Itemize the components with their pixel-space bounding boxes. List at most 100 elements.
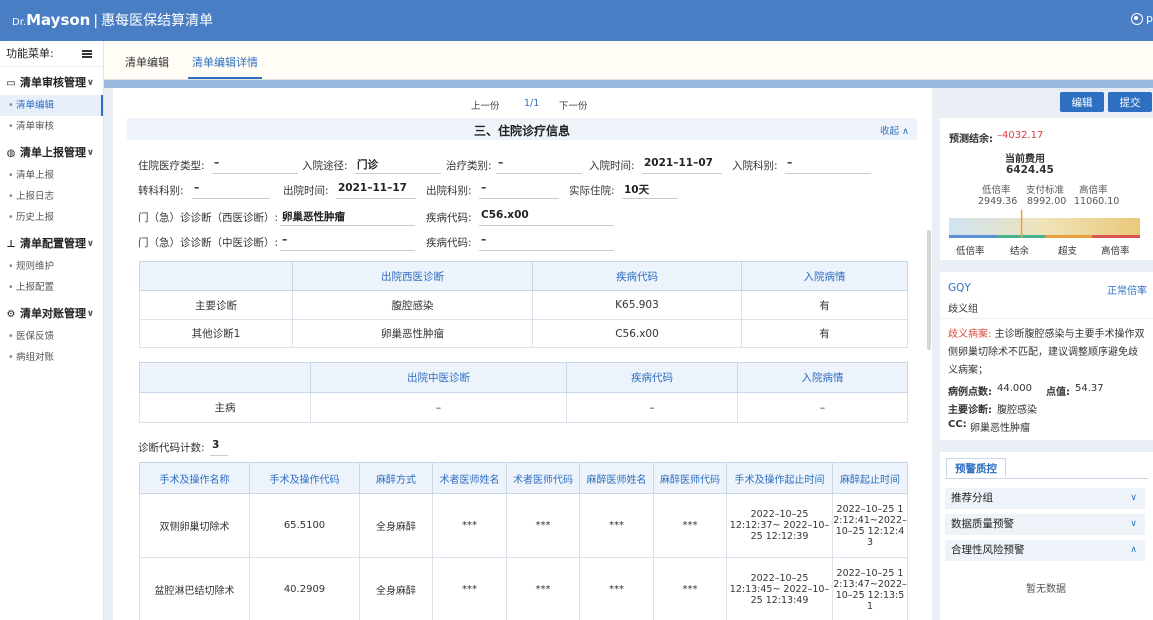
table-header: 出院中医诊断 (310, 362, 567, 393)
table-cell: K65.903 (532, 290, 742, 320)
table-cell: 2022–10–25 12:12:37~ 2022–10–25 12:12:39 (726, 493, 833, 558)
adm-time-label: 入院时间: (589, 160, 635, 172)
opd-tcm-value[interactable]: – (280, 234, 415, 251)
dis-time-label: 出院时间: (283, 185, 329, 197)
table-header: 手术及操作代码 (249, 462, 360, 494)
sidebar-item-edit[interactable]: 清单编辑 (0, 95, 103, 116)
tab-warning-qc[interactable]: 预警质控 (946, 458, 1006, 478)
dis-dept-value[interactable]: – (479, 182, 559, 199)
sidebar-item-audit[interactable]: 清单审核 (0, 116, 103, 137)
warning-row-risk[interactable]: 合理性风险预警 ∧ (945, 540, 1145, 561)
table-header-row: 出院中医诊断 疾病代码 入院病情 (139, 362, 908, 393)
pager: 上一份 1/1 下一份 (113, 98, 926, 112)
sidebar-item-group-reconcile[interactable]: 病组对账 (0, 347, 103, 368)
logo-dr: Dr. (12, 17, 27, 28)
table-cell: *** (506, 493, 580, 558)
sidebar-header: 功能菜单: (0, 41, 103, 67)
group-code: GQY (948, 282, 971, 294)
sidebar-item-report-config[interactable]: 上报配置 (0, 277, 103, 298)
opd-west-label: 门（急）诊诊断（西医诊断）: (138, 212, 279, 224)
warning-row-label: 合理性风险预警 (951, 544, 1025, 556)
user-menu[interactable]: p (1131, 12, 1153, 25)
gauge-segment-overspend (1045, 235, 1092, 238)
operation-table: 手术及操作名称 手术及操作代码 麻醉方式 术者医师姓名 术者医师代码 麻醉医师姓… (139, 462, 908, 620)
warning-row-data-quality[interactable]: 数据质量预警 ∨ (945, 514, 1145, 535)
submit-button[interactable]: 提交 (1108, 92, 1152, 112)
scrollbar-thumb[interactable] (927, 230, 931, 350)
sidebar-group-reconcile[interactable]: ⚙ 清单对账管理 ∨ (0, 302, 103, 326)
sidebar-item-report-log[interactable]: 上报日志 (0, 186, 103, 207)
stay-value[interactable]: 10天 (622, 182, 678, 199)
sidebar-item-feedback[interactable]: 医保反馈 (0, 326, 103, 347)
table-row[interactable]: 盆腔淋巴结切除术 40.2909 全身麻醉 *** *** *** *** 20… (139, 557, 908, 620)
menu-icon[interactable] (82, 50, 92, 58)
chevron-down-icon: ∨ (86, 78, 94, 88)
adm-route-value[interactable]: 门诊 (355, 157, 441, 174)
table-row[interactable]: 主病 – – – (139, 392, 908, 423)
sidebar: 功能菜单: ▭清单审核管理∨ 清单编辑 清单审核 ◍清单上报管理∨ 清单上报 上… (0, 41, 104, 620)
app-title: 惠每医保结算清单 (101, 13, 214, 29)
sidebar-item-report[interactable]: 清单上报 (0, 165, 103, 186)
cc-label: CC: (948, 419, 967, 430)
diag-count-value[interactable]: 3 (210, 439, 228, 456)
trans-dept-value[interactable]: – (192, 182, 270, 199)
treat-label: 治疗类别: (446, 160, 492, 172)
low-rate-value: 2949.36 (978, 196, 1018, 207)
prev-page-link[interactable]: 上一份 (471, 98, 500, 112)
next-page-link[interactable]: 下一份 (559, 98, 588, 112)
table-header: 疾病代码 (566, 362, 738, 393)
content-top-band (104, 80, 1153, 88)
table-cell: 盆腔淋巴结切除术 (139, 557, 250, 620)
org-chart-icon: ⊥ (6, 239, 16, 250)
adm-type-value[interactable]: – (212, 157, 298, 174)
table-cell: 40.2909 (249, 557, 360, 620)
cc-value: 卵巢恶性肿瘤 (970, 423, 1030, 434)
section-title: 三、住院诊疗信息 (473, 124, 570, 138)
table-header: 出院西医诊断 (292, 261, 533, 291)
main-panel: 上一份 1/1 下一份 三、住院诊疗信息 收起 ∧ 住院医疗类型: – 入院途径… (113, 88, 926, 620)
adm-time-value[interactable]: 2021–11–07 (642, 157, 722, 174)
dis-time-value[interactable]: 2021–11–17 (336, 182, 416, 199)
globe-icon: ◍ (6, 148, 16, 159)
code2-value[interactable]: – (479, 234, 614, 251)
table-header (139, 261, 293, 291)
sidebar-item-rules[interactable]: 规则维护 (0, 256, 103, 277)
current-cost-value: 6424.45 (1006, 164, 1054, 176)
table-header (139, 362, 311, 393)
sidebar-item-history[interactable]: 历史上报 (0, 207, 103, 228)
tab-edit[interactable]: 清单编辑 (125, 54, 169, 70)
table-cell: 双侧卵巢切除术 (139, 493, 250, 558)
table-row[interactable]: 主要诊断 腹腔感染 K65.903 有 (139, 290, 908, 320)
warning-row-recommend[interactable]: 推荐分组 ∨ (945, 488, 1145, 509)
opd-west-value[interactable]: 卵巢恶性肿瘤 (280, 209, 415, 226)
forecast-value: –4032.17 (997, 130, 1044, 141)
west-diagnosis-table: 出院西医诊断 疾病代码 入院病情 主要诊断 腹腔感染 K65.903 有 其他诊… (139, 261, 908, 348)
adm-dept-value[interactable]: – (785, 157, 871, 174)
chevron-down-icon: ∨ (86, 239, 94, 249)
table-header: 手术及操作名称 (139, 462, 250, 494)
table-cell: – (566, 392, 738, 423)
section-header: 三、住院诊疗信息 收起 ∧ (127, 118, 917, 140)
table-header-row: 手术及操作名称 手术及操作代码 麻醉方式 术者医师姓名 术者医师代码 麻醉医师姓… (139, 462, 908, 494)
app-logo: Dr.Mayson | 惠每医保结算清单 (12, 11, 213, 32)
sidebar-group-audit[interactable]: ▭ 清单审核管理 ∨ (0, 71, 103, 95)
adm-type-label: 住院医疗类型: (138, 160, 205, 172)
table-cell: 2022–10–25 12:12:41~2022–10–25 12:12:43 (832, 493, 908, 558)
table-row[interactable]: 双侧卵巢切除术 65.5100 全身麻醉 *** *** *** *** 202… (139, 493, 908, 558)
table-cell: *** (432, 493, 507, 558)
table-header: 麻醉医师代码 (653, 462, 727, 494)
sidebar-group-config[interactable]: ⊥ 清单配置管理 ∨ (0, 232, 103, 256)
sidebar-group-report[interactable]: ◍ 清单上报管理 ∨ (0, 141, 103, 165)
code1-value[interactable]: C56.x00 (479, 209, 614, 226)
table-header: 疾病代码 (532, 261, 742, 291)
table-header: 入院病情 (737, 362, 908, 393)
treat-value[interactable]: – (496, 157, 582, 174)
gauge-band (949, 218, 1140, 235)
tab-edit-detail[interactable]: 清单编辑详情 (188, 54, 262, 79)
adm-dept-label: 入院科别: (732, 160, 778, 172)
edit-button[interactable]: 编辑 (1060, 92, 1104, 112)
table-cell: 主病 (139, 392, 311, 423)
collapse-toggle[interactable]: 收起 ∧ (880, 123, 909, 137)
tcm-diagnosis-table: 出院中医诊断 疾病代码 入院病情 主病 – – – (139, 362, 908, 423)
table-row[interactable]: 其他诊断1 卵巢恶性肿瘤 C56.x00 有 (139, 319, 908, 348)
